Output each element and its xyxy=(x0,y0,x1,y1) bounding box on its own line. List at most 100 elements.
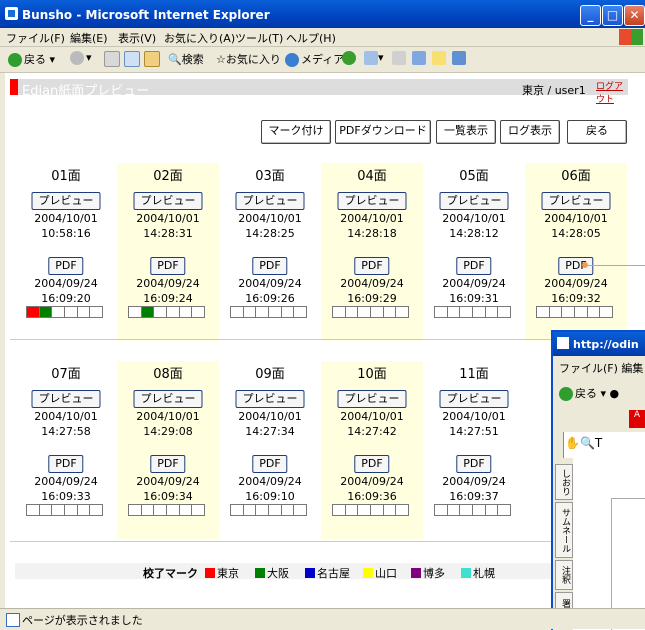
pdf-button[interactable]: PDF xyxy=(150,455,186,473)
preview-button[interactable]: プレビュー xyxy=(133,192,203,210)
mail-button[interactable]: ▾ xyxy=(364,51,384,65)
pdf-button[interactable]: PDF xyxy=(48,455,84,473)
search-button[interactable]: 🔍検索 xyxy=(168,51,204,67)
proof-mark-cell[interactable] xyxy=(141,306,155,318)
proof-mark-cell[interactable] xyxy=(77,504,91,516)
stop-button[interactable] xyxy=(104,51,120,67)
close-button[interactable]: ✕ xyxy=(624,5,645,26)
proof-mark-cell[interactable] xyxy=(434,504,448,516)
pdf-button[interactable]: PDF xyxy=(150,257,186,275)
preview-button[interactable]: プレビュー xyxy=(133,390,203,408)
proof-mark-cell[interactable] xyxy=(26,504,40,516)
proof-mark-cell[interactable] xyxy=(434,306,448,318)
pdf-button[interactable]: PDF xyxy=(558,257,594,275)
menu-favorites[interactable]: お気に入り(A) xyxy=(164,30,235,46)
proof-mark-cell[interactable] xyxy=(128,306,142,318)
proof-mark-cell[interactable] xyxy=(345,504,359,516)
print-button[interactable] xyxy=(392,51,406,65)
proof-mark-cell[interactable] xyxy=(52,306,66,318)
messenger-button[interactable] xyxy=(452,51,466,65)
proof-mark-cell[interactable] xyxy=(65,306,78,318)
proof-mark-cell[interactable] xyxy=(294,504,308,516)
menu-file[interactable]: ファイル(F) xyxy=(6,30,65,46)
tab-bookmarks[interactable]: しおり xyxy=(555,464,573,500)
popup-back-button[interactable]: 戻る ▾ ● xyxy=(559,385,619,401)
proof-mark-cell[interactable] xyxy=(154,306,168,318)
maximize-button[interactable]: □ xyxy=(602,5,623,26)
pdf-button[interactable]: PDF xyxy=(354,455,390,473)
preview-button[interactable]: プレビュー xyxy=(337,390,407,408)
pdf-button[interactable]: PDF xyxy=(252,257,288,275)
proof-mark-cell[interactable] xyxy=(345,306,359,318)
proof-mark-cell[interactable] xyxy=(396,504,410,516)
preview-button[interactable]: プレビュー xyxy=(235,390,305,408)
hand-tool-icon[interactable]: ✋ xyxy=(565,436,580,450)
proof-mark-cell[interactable] xyxy=(256,504,270,516)
proof-mark-cell[interactable] xyxy=(90,306,104,318)
proof-mark-cell[interactable] xyxy=(575,306,588,318)
proof-mark-cell[interactable] xyxy=(230,306,244,318)
pdf-popup-window[interactable]: http://odin ファイル(F) 編集 戻る ▾ ● A ✋🔍T しおり … xyxy=(551,330,645,630)
tab-comments[interactable]: 注釈 xyxy=(555,560,573,590)
proof-mark-cell[interactable] xyxy=(371,504,384,516)
proof-mark-cell[interactable] xyxy=(52,504,66,516)
proof-mark-cell[interactable] xyxy=(460,504,474,516)
proof-mark-cell[interactable] xyxy=(281,504,295,516)
proof-mark-cell[interactable] xyxy=(536,306,550,318)
proof-mark-cell[interactable] xyxy=(192,504,206,516)
history-button[interactable] xyxy=(342,51,358,65)
proof-mark-cell[interactable] xyxy=(460,306,474,318)
text-tool-icon[interactable]: T xyxy=(595,436,602,450)
proof-mark-cell[interactable] xyxy=(396,306,410,318)
favorites-button[interactable]: ☆お気に入り xyxy=(216,51,281,67)
proof-mark-cell[interactable] xyxy=(294,306,308,318)
proof-mark-cell[interactable] xyxy=(473,306,486,318)
menu-view[interactable]: 表示(V) xyxy=(118,30,156,46)
proof-mark-cell[interactable] xyxy=(485,306,499,318)
proof-mark-cell[interactable] xyxy=(154,504,168,516)
preview-button[interactable]: プレビュー xyxy=(337,192,407,210)
media-button[interactable]: メディア xyxy=(285,51,344,67)
proof-mark-cell[interactable] xyxy=(332,504,346,516)
pdf-button[interactable]: PDF xyxy=(456,257,492,275)
proof-mark-cell[interactable] xyxy=(243,306,257,318)
proof-mark-cell[interactable] xyxy=(77,306,91,318)
preview-button[interactable]: プレビュー xyxy=(31,192,101,210)
proof-mark-cell[interactable] xyxy=(358,504,372,516)
preview-button[interactable]: プレビュー xyxy=(541,192,611,210)
pdf-tools[interactable]: ✋🔍T xyxy=(565,436,602,450)
pdf-button[interactable]: PDF xyxy=(252,455,288,473)
proof-mark-cell[interactable] xyxy=(26,306,40,318)
proof-mark-cell[interactable] xyxy=(39,504,53,516)
preview-button[interactable]: プレビュー xyxy=(31,390,101,408)
popup-menu-bar[interactable]: ファイル(F) 編集 xyxy=(559,360,643,376)
proof-mark-cell[interactable] xyxy=(90,504,104,516)
proof-mark-cell[interactable] xyxy=(179,306,193,318)
proof-mark-cell[interactable] xyxy=(371,306,384,318)
proof-mark-cell[interactable] xyxy=(549,306,563,318)
proof-mark-cell[interactable] xyxy=(498,306,512,318)
discuss-button[interactable] xyxy=(432,51,446,65)
proof-mark-cell[interactable] xyxy=(167,306,180,318)
preview-button[interactable]: プレビュー xyxy=(235,192,305,210)
proof-mark-cell[interactable] xyxy=(358,306,372,318)
proof-mark-cell[interactable] xyxy=(192,306,206,318)
menu-tools[interactable]: ツール(T) xyxy=(235,30,283,46)
proof-mark-cell[interactable] xyxy=(141,504,155,516)
proof-mark-cell[interactable] xyxy=(243,504,257,516)
proof-mark-cell[interactable] xyxy=(498,504,512,516)
proof-mark-cell[interactable] xyxy=(256,306,270,318)
back-page-button[interactable]: 戻る xyxy=(567,120,627,144)
edit-button[interactable] xyxy=(412,51,426,65)
proof-mark-cell[interactable] xyxy=(485,504,499,516)
mark-button[interactable]: マーク付け xyxy=(261,120,331,144)
logout-link[interactable]: ログアウト xyxy=(596,79,628,105)
preview-button[interactable]: プレビュー xyxy=(439,390,509,408)
proof-mark-cell[interactable] xyxy=(332,306,346,318)
proof-mark-cell[interactable] xyxy=(167,504,180,516)
pdf-button[interactable]: PDF xyxy=(456,455,492,473)
proof-mark-cell[interactable] xyxy=(383,504,397,516)
proof-mark-cell[interactable] xyxy=(473,504,486,516)
proof-mark-cell[interactable] xyxy=(383,306,397,318)
home-button[interactable] xyxy=(144,51,160,67)
